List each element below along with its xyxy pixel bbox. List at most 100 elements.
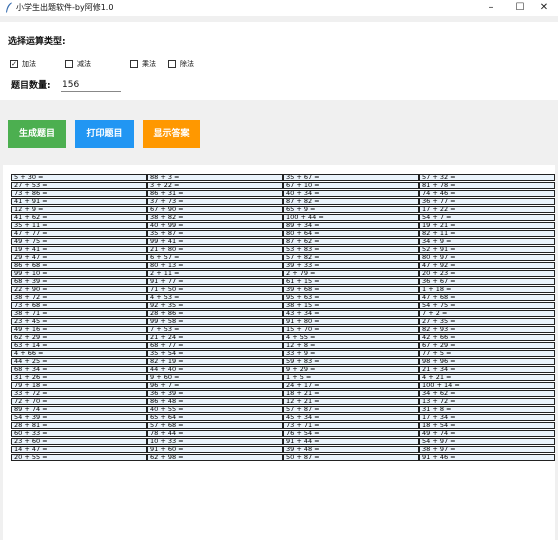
- question-cell[interactable]: 63 + 14 =: [11, 342, 147, 349]
- question-cell[interactable]: 12 + 8 =: [283, 342, 419, 349]
- close-button[interactable]: ✕: [530, 0, 558, 16]
- question-cell[interactable]: 27 + 53 =: [11, 182, 147, 189]
- question-cell[interactable]: 4 + 55 =: [283, 334, 419, 341]
- question-cell[interactable]: 18 + 54 =: [419, 422, 555, 429]
- question-cell[interactable]: 87 + 62 =: [283, 238, 419, 245]
- question-cell[interactable]: 52 + 91 =: [419, 246, 555, 253]
- question-cell[interactable]: 17 + 34 =: [419, 414, 555, 421]
- question-cell[interactable]: 49 + 74 =: [419, 430, 555, 437]
- question-cell[interactable]: 37 + 73 =: [147, 198, 283, 205]
- question-cell[interactable]: 39 + 48 =: [283, 446, 419, 453]
- question-cell[interactable]: 78 + 44 =: [147, 430, 283, 437]
- question-cell[interactable]: 17 + 22 =: [419, 206, 555, 213]
- question-count-input[interactable]: [61, 78, 121, 92]
- question-cell[interactable]: 6 + 57 =: [147, 254, 283, 261]
- question-cell[interactable]: 21 + 80 =: [147, 246, 283, 253]
- question-cell[interactable]: 19 + 41 =: [11, 246, 147, 253]
- addition-checkbox[interactable]: ✓ 加法: [10, 59, 50, 70]
- multiplication-checkbox[interactable]: 乘法: [130, 59, 170, 70]
- question-cell[interactable]: 67 + 29 =: [419, 342, 555, 349]
- question-cell[interactable]: 54 + 97 =: [419, 438, 555, 445]
- question-cell[interactable]: 38 + 71 =: [11, 310, 147, 317]
- question-cell[interactable]: 36 + 39 =: [147, 390, 283, 397]
- question-cell[interactable]: 12 + 9 =: [11, 206, 147, 213]
- question-cell[interactable]: 41 + 91 =: [11, 198, 147, 205]
- question-cell[interactable]: 65 + 9 =: [283, 206, 419, 213]
- question-cell[interactable]: 91 + 44 =: [283, 438, 419, 445]
- question-cell[interactable]: 99 + 10 =: [11, 270, 147, 277]
- question-cell[interactable]: 14 + 47 =: [11, 446, 147, 453]
- question-cell[interactable]: 34 + 62 =: [419, 390, 555, 397]
- question-cell[interactable]: 13 + 72 =: [419, 398, 555, 405]
- question-cell[interactable]: 82 + 93 =: [419, 326, 555, 333]
- checkbox-box[interactable]: [65, 60, 73, 68]
- question-cell[interactable]: 35 + 11 =: [11, 222, 147, 229]
- question-cell[interactable]: 86 + 68 =: [11, 262, 147, 269]
- checkbox-box[interactable]: [168, 60, 176, 68]
- question-cell[interactable]: 9 + 60 =: [147, 374, 283, 381]
- question-cell[interactable]: 39 + 33 =: [283, 262, 419, 269]
- question-cell[interactable]: 3 + 22 =: [147, 182, 283, 189]
- question-cell[interactable]: 40 + 34 =: [283, 190, 419, 197]
- subtraction-checkbox[interactable]: 减法: [65, 59, 105, 70]
- question-cell[interactable]: 40 + 99 =: [147, 222, 283, 229]
- checkbox-box[interactable]: ✓: [10, 60, 18, 68]
- question-cell[interactable]: 57 + 82 =: [283, 254, 419, 261]
- question-cell[interactable]: 23 + 60 =: [11, 438, 147, 445]
- question-cell[interactable]: 73 + 86 =: [11, 190, 147, 197]
- question-cell[interactable]: 80 + 97 =: [419, 254, 555, 261]
- question-cell[interactable]: 67 + 10 =: [283, 182, 419, 189]
- question-cell[interactable]: 100 + 44 =: [283, 214, 419, 221]
- division-checkbox[interactable]: 除法: [168, 59, 208, 70]
- question-cell[interactable]: 45 + 34 =: [283, 414, 419, 421]
- question-cell[interactable]: 50 + 87 =: [283, 454, 419, 461]
- question-cell[interactable]: 23 + 45 =: [11, 318, 147, 325]
- question-cell[interactable]: 73 + 68 =: [11, 302, 147, 309]
- question-cell[interactable]: 91 + 46 =: [419, 454, 555, 461]
- question-cell[interactable]: 12 + 21 =: [283, 398, 419, 405]
- question-cell[interactable]: 44 + 25 =: [11, 358, 147, 365]
- question-cell[interactable]: 4 + 21 =: [419, 374, 555, 381]
- question-cell[interactable]: 4 + 66 =: [11, 350, 147, 357]
- question-cell[interactable]: 1 + 5 =: [283, 374, 419, 381]
- question-cell[interactable]: 35 + 67 =: [283, 174, 419, 181]
- question-cell[interactable]: 35 + 87 =: [147, 230, 283, 237]
- print-questions-button[interactable]: 打印题目: [75, 120, 134, 148]
- question-cell[interactable]: 7 + 53 =: [147, 326, 283, 333]
- question-cell[interactable]: 98 + 96 =: [419, 358, 555, 365]
- show-answers-button[interactable]: 显示答案: [143, 120, 200, 148]
- question-cell[interactable]: 62 + 29 =: [11, 334, 147, 341]
- question-cell[interactable]: 81 + 78 =: [419, 182, 555, 189]
- question-cell[interactable]: 57 + 68 =: [147, 422, 283, 429]
- question-cell[interactable]: 89 + 34 =: [283, 222, 419, 229]
- question-cell[interactable]: 33 + 9 =: [283, 350, 419, 357]
- question-cell[interactable]: 2 + 79 =: [283, 270, 419, 277]
- question-cell[interactable]: 67 + 90 =: [147, 206, 283, 213]
- question-cell[interactable]: 87 + 82 =: [283, 198, 419, 205]
- question-cell[interactable]: 68 + 39 =: [11, 278, 147, 285]
- generate-questions-button[interactable]: 生成题目: [8, 120, 66, 148]
- question-cell[interactable]: 29 + 47 =: [11, 254, 147, 261]
- question-cell[interactable]: 33 + 72 =: [11, 390, 147, 397]
- question-cell[interactable]: 41 + 62 =: [11, 214, 147, 221]
- question-cell[interactable]: 71 + 50 =: [147, 286, 283, 293]
- question-cell[interactable]: 31 + 8 =: [419, 406, 555, 413]
- question-cell[interactable]: 61 + 15 =: [283, 278, 419, 285]
- question-cell[interactable]: 27 + 35 =: [419, 318, 555, 325]
- question-cell[interactable]: 53 + 83 =: [283, 246, 419, 253]
- question-cell[interactable]: 99 + 58 =: [147, 318, 283, 325]
- question-cell[interactable]: 5 + 30 =: [11, 174, 147, 181]
- question-cell[interactable]: 38 + 82 =: [147, 214, 283, 221]
- question-cell[interactable]: 15 + 70 =: [283, 326, 419, 333]
- question-cell[interactable]: 62 + 98 =: [147, 454, 283, 461]
- question-cell[interactable]: 38 + 72 =: [11, 294, 147, 301]
- question-cell[interactable]: 49 + 16 =: [11, 326, 147, 333]
- question-cell[interactable]: 82 + 19 =: [147, 358, 283, 365]
- question-cell[interactable]: 39 + 68 =: [283, 286, 419, 293]
- question-cell[interactable]: 49 + 75 =: [11, 238, 147, 245]
- question-cell[interactable]: 57 + 32 =: [419, 174, 555, 181]
- question-cell[interactable]: 44 + 40 =: [147, 366, 283, 373]
- question-cell[interactable]: 28 + 86 =: [147, 310, 283, 317]
- question-cell[interactable]: 43 + 34 =: [283, 310, 419, 317]
- question-cell[interactable]: 36 + 77 =: [419, 198, 555, 205]
